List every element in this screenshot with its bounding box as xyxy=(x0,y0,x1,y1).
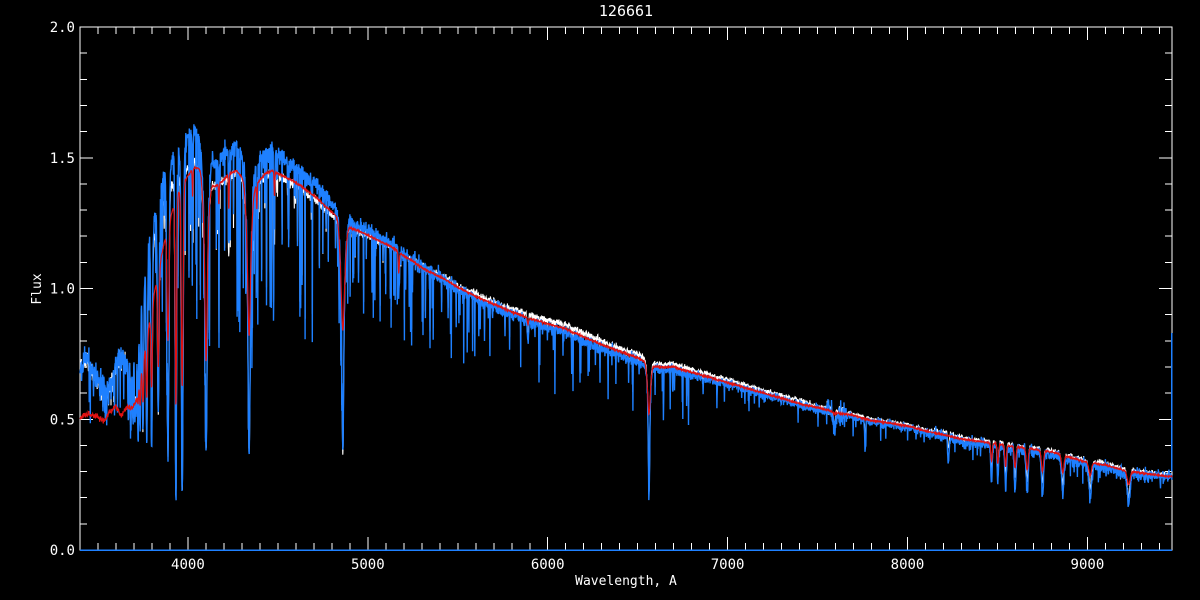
y-tick-label: 0.0 xyxy=(50,543,75,559)
spectrum-chart: 4000 5000 6000 7000 8000 90000.00.51.01.52.0 … xyxy=(30,2,1173,589)
axis-text: 126661 Wavelength, A Flux xyxy=(30,2,677,589)
x-tick-label: 5000 xyxy=(351,557,385,573)
y-tick-label: 0.5 xyxy=(50,412,75,428)
y-tick-label: 1.0 xyxy=(50,282,75,298)
y-tick-label: 2.0 xyxy=(50,20,75,36)
y-tick-label: 1.5 xyxy=(50,151,75,167)
axes: 4000 5000 6000 7000 8000 9000 0.0 0.5 1.0 1.5 2.0 xyxy=(50,20,1173,573)
x-tick-label: 7000 xyxy=(711,557,745,573)
y-axis-label: Flux xyxy=(30,273,45,304)
chart-title: 126661 xyxy=(599,2,653,20)
spectrum-plot-window: 4000 5000 6000 7000 8000 9000 0.0 0.5 1.0 1.5 2.0 … xyxy=(0,0,1200,600)
x-tick-label: 4000 xyxy=(171,557,205,573)
plot-frame xyxy=(79,26,1173,551)
comparison-spectrum-line xyxy=(79,124,1173,508)
x-axis-label: Wavelength, A xyxy=(575,574,677,589)
spectra-series xyxy=(79,124,1173,551)
x-tick-label: 8000 xyxy=(891,557,925,573)
x-tick-label: 9000 xyxy=(1071,557,1105,573)
x-tick-label: 6000 xyxy=(531,557,565,573)
